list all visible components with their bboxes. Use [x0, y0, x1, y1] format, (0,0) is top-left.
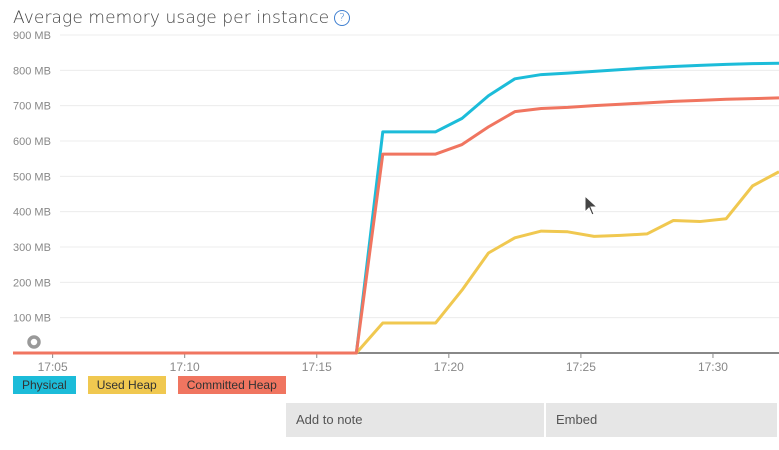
- series-line-used-heap: [13, 170, 779, 355]
- y-tick-label: 500 MB: [13, 171, 51, 183]
- y-tick-label: 200 MB: [13, 277, 51, 289]
- legend: Physical Used Heap Committed Heap: [13, 376, 286, 394]
- x-tick-label: 17:05: [38, 360, 68, 374]
- y-tick-label: 700 MB: [13, 101, 51, 113]
- x-tick-label: 17:25: [566, 360, 596, 374]
- y-tick-label: 800 MB: [13, 65, 51, 77]
- y-tick-label: 600 MB: [13, 136, 51, 148]
- x-tick-label: 17:10: [170, 360, 200, 374]
- y-tick-label: 100 MB: [13, 313, 51, 325]
- y-tick-label: 400 MB: [13, 207, 51, 219]
- y-tick-label: 900 MB: [13, 30, 51, 42]
- x-tick-label: 17:15: [302, 360, 332, 374]
- embed-button[interactable]: Embed: [546, 403, 777, 437]
- y-tick-label: 300 MB: [13, 242, 51, 254]
- x-tick-label: 17:20: [434, 360, 464, 374]
- series-line-physical: [13, 61, 779, 355]
- legend-item-committed-heap[interactable]: Committed Heap: [177, 376, 286, 394]
- donut-icon: [27, 335, 41, 349]
- x-tick-label: 17:30: [698, 360, 728, 374]
- add-to-note-button[interactable]: Add to note: [286, 403, 544, 437]
- legend-item-physical[interactable]: Physical: [13, 376, 76, 394]
- legend-item-used-heap[interactable]: Used Heap: [87, 376, 166, 394]
- memory-chart: 100 MB 200 MB 300 MB 400 MB 500 MB 600 MB 700 …: [13, 30, 779, 374]
